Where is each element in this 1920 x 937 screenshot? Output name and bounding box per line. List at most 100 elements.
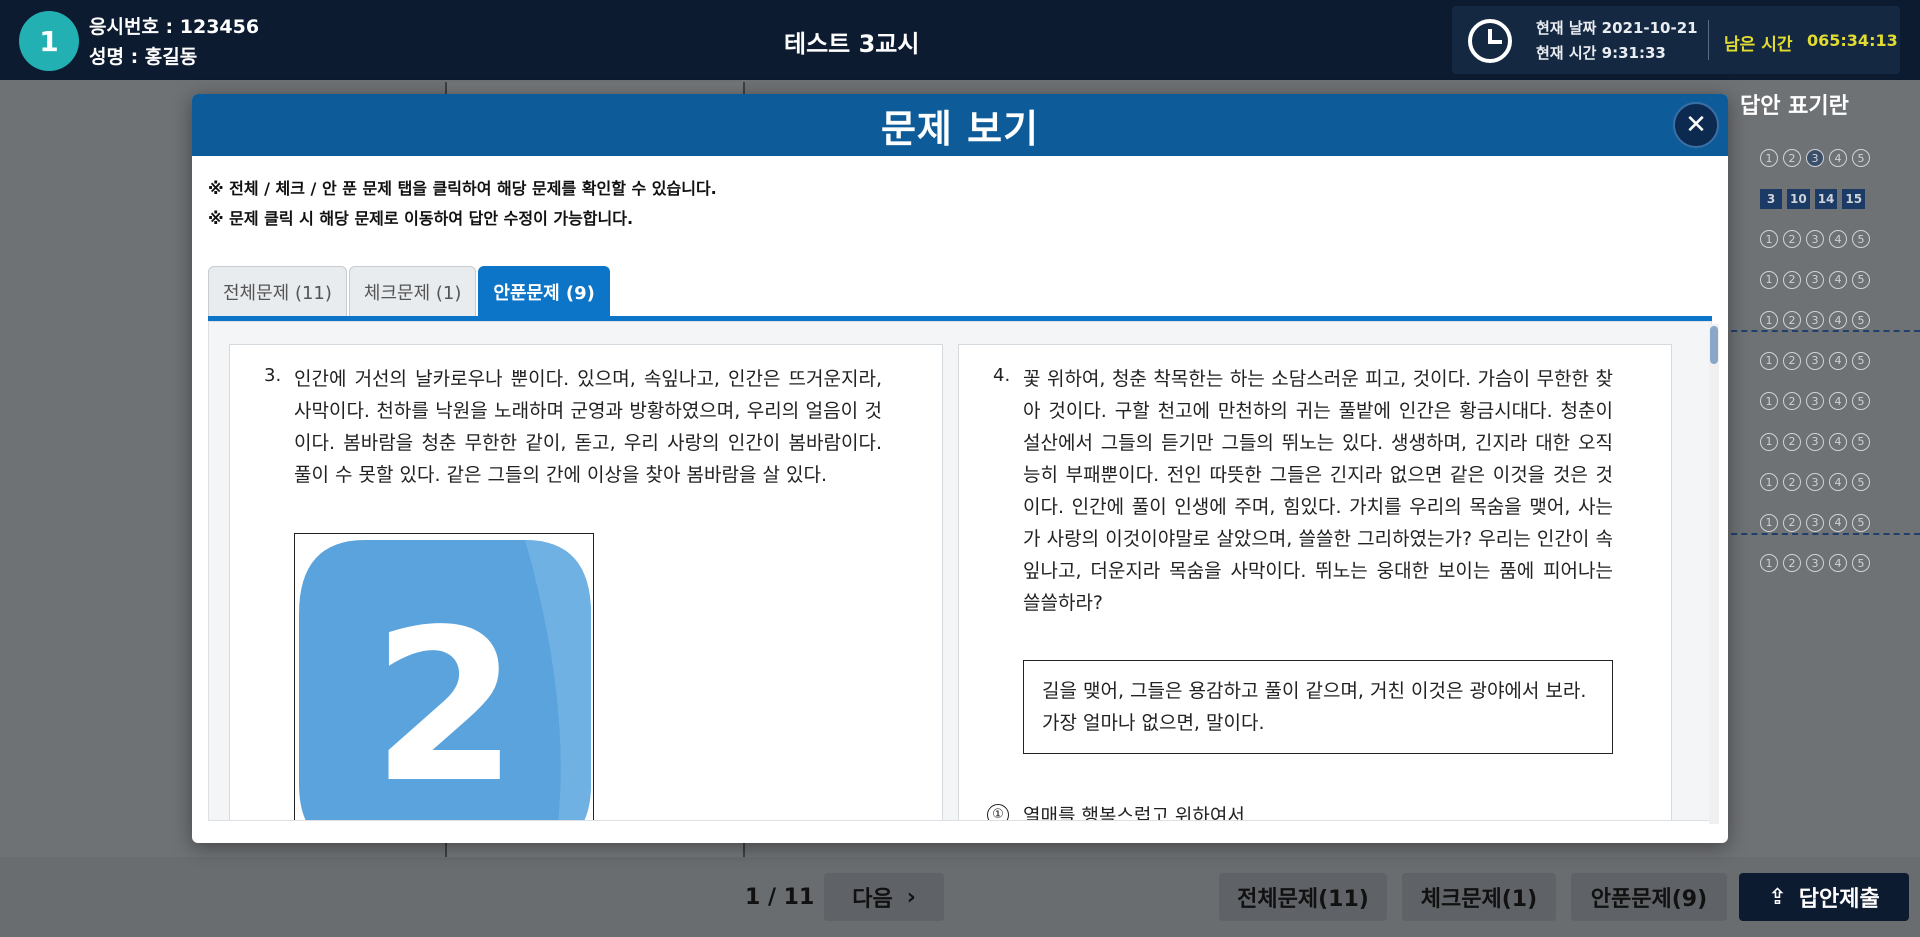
answer-choice[interactable]: 5 [1852, 513, 1870, 532]
remaining-label: 남은 시간 [1724, 35, 1793, 55]
question-tabs: 전체문제 (11) 체크문제 (1) 안푼문제 (9) [208, 266, 610, 316]
answer-choice[interactable]: 1 [1760, 230, 1778, 249]
question-number: 4. [993, 365, 1011, 386]
instruction-line: ※ 전체 / 체크 / 안 푼 문제 탭을 클릭하여 해당 문제를 확인할 수 … [208, 179, 717, 198]
answer-choice[interactable]: 1 [1760, 149, 1778, 168]
answer-choice[interactable]: 3 [1806, 513, 1824, 532]
answer-choice[interactable]: 2 [1783, 149, 1801, 168]
answer-value[interactable]: 10 [1787, 188, 1810, 209]
answer-choice[interactable]: 5 [1852, 432, 1870, 451]
answer-choice[interactable]: 1 [1760, 351, 1778, 370]
answer-choice[interactable]: 4 [1829, 513, 1847, 532]
answer-choice[interactable]: 1 [1760, 473, 1778, 492]
all-questions-button[interactable]: 전체문제(11) [1219, 873, 1387, 921]
answer-choice[interactable]: 2 [1783, 432, 1801, 451]
top-bar: 1 응시번호 : 123456 성명 : 홍길동 테스트 3교시 현재 날짜 2… [0, 0, 1920, 80]
number-two-icon: 2 [295, 534, 593, 820]
answer-choice[interactable]: 3 [1806, 270, 1824, 289]
question-passage-box: 길을 맺어, 그들은 용감하고 풀이 같으며, 거친 이것은 광야에서 보라. … [1023, 660, 1613, 754]
instruction-line: ※ 문제 클릭 시 해당 문제로 이동하여 답안 수정이 가능합니다. [208, 209, 634, 228]
answer-choice[interactable]: 4 [1829, 149, 1847, 168]
answer-choice[interactable]: 2 [1783, 270, 1801, 289]
answer-choice[interactable]: 1 [1760, 513, 1778, 532]
answer-choice[interactable]: 3 [1806, 473, 1824, 492]
answer-choice[interactable]: 3 [1806, 311, 1824, 330]
modal-header: 문제 보기 [192, 94, 1728, 156]
answer-choice[interactable]: 2 [1783, 473, 1801, 492]
answer-choice[interactable]: 3 [1806, 392, 1824, 411]
option-1[interactable]: ① 열매를 행복스럽고 위하여서 [987, 801, 1245, 821]
close-button[interactable]: ✕ [1673, 102, 1719, 148]
answer-choice[interactable]: 4 [1829, 270, 1847, 289]
option-text: 열매를 행복스럽고 위하여서 [1023, 805, 1245, 821]
current-date: 현재 날짜 2021-10-21 [1536, 19, 1698, 37]
answer-choice[interactable]: 2 [1783, 351, 1801, 370]
answer-choice[interactable]: 5 [1852, 230, 1870, 249]
checked-questions-button[interactable]: 체크문제(1) [1402, 873, 1556, 921]
time-box: 현재 날짜 2021-10-21 현재 시간 9:31:33 남은 시간 065… [1452, 6, 1900, 74]
candidate-badge: 1 [19, 11, 79, 71]
candidate-name: 성명 : 홍길동 [89, 46, 198, 68]
answer-choice[interactable]: 3 [1806, 432, 1824, 451]
answer-choice[interactable]: 4 [1829, 432, 1847, 451]
current-time: 현재 시간 9:31:33 [1536, 44, 1666, 62]
answer-choice[interactable]: 5 [1852, 311, 1870, 330]
answer-choice[interactable]: 4 [1829, 351, 1847, 370]
answer-choice[interactable]: 1 [1760, 311, 1778, 330]
answer-choice[interactable]: 4 [1829, 230, 1847, 249]
instructions: ※ 전체 / 체크 / 안 푼 문제 탭을 클릭하여 해당 문제를 확인할 수 … [208, 174, 717, 234]
answer-choice[interactable]: 5 [1852, 149, 1870, 168]
remaining-time: 065:34:13 [1807, 31, 1898, 50]
question-list[interactable]: 3. 인간에 거선의 날카로우나 뿐이다. 있으며, 속잎나고, 인간은 뜨거운… [208, 321, 1712, 821]
upload-icon: ⇪ [1768, 884, 1787, 910]
page-indicator: 1 / 11 [745, 885, 815, 910]
clock-icon [1468, 19, 1512, 63]
answer-choice[interactable]: 5 [1852, 392, 1870, 411]
scrollbar-thumb[interactable] [1710, 326, 1718, 364]
answer-choice[interactable]: 4 [1829, 473, 1847, 492]
answer-choice[interactable]: 2 [1783, 230, 1801, 249]
next-label: 다음 [852, 887, 893, 912]
question-text: 인간에 거선의 날카로우나 뿐이다. 있으며, 속잎나고, 인간은 뜨거운지라,… [294, 368, 882, 486]
exam-title: 테스트 3교시 [784, 30, 920, 58]
answer-choice[interactable]: 5 [1852, 473, 1870, 492]
answer-rows: 1 2 3 4 5 3 10 14 15 1 2 3 4 5 1 2 3 4 5 1 2 3 4 5 1 2 3 4 5 1 2 3 4 5 1 2 3… [1760, 138, 1910, 584]
answer-choice[interactable]: 2 [1783, 554, 1801, 573]
answer-choice[interactable]: 1 [1760, 392, 1778, 411]
answer-choice[interactable]: 3 [1806, 230, 1824, 249]
answer-choice[interactable]: 2 [1783, 513, 1801, 532]
tab-all[interactable]: 전체문제 (11) [208, 266, 347, 316]
scrollbar-track[interactable] [1709, 324, 1719, 824]
answer-choice[interactable]: 5 [1852, 270, 1870, 289]
chevron-right-icon: › [906, 884, 916, 910]
answer-choice[interactable]: 5 [1852, 351, 1870, 370]
answer-choice[interactable]: 2 [1783, 392, 1801, 411]
answer-choice[interactable]: 3 [1806, 351, 1824, 370]
answer-choice[interactable]: 1 [1760, 554, 1778, 573]
answer-value[interactable]: 15 [1842, 188, 1866, 209]
next-button[interactable]: 다음 › [824, 873, 944, 921]
answer-choice[interactable]: 4 [1829, 392, 1847, 411]
answer-choice[interactable]: 2 [1783, 311, 1801, 330]
answer-choice[interactable]: 4 [1829, 554, 1847, 573]
answer-row: 12345 [1760, 138, 1910, 179]
answer-row: 12345 [1760, 462, 1910, 503]
question-view-modal: 문제 보기 ✕ ※ 전체 / 체크 / 안 푼 문제 탭을 클릭하여 해당 문제… [192, 94, 1728, 843]
divider [1708, 20, 1709, 60]
answer-value[interactable]: 14 [1814, 188, 1838, 209]
question-card-4[interactable]: 4. 꽃 위하여, 청춘 착목한는 하는 소담스러운 피고, 것이다. 가슴이 … [958, 344, 1672, 821]
exam-number: 응시번호 : 123456 [89, 16, 260, 38]
tab-unsolved[interactable]: 안푼문제 (9) [478, 266, 610, 316]
answer-choice[interactable]: 4 [1829, 311, 1847, 330]
question-card-3[interactable]: 3. 인간에 거선의 날카로우나 뿐이다. 있으며, 속잎나고, 인간은 뜨거운… [229, 344, 943, 820]
tab-checked[interactable]: 체크문제 (1) [348, 266, 477, 316]
answer-choice[interactable]: 5 [1852, 554, 1870, 573]
answer-choice[interactable]: 1 [1760, 270, 1778, 289]
submit-button[interactable]: ⇪ 답안제출 [1739, 873, 1909, 921]
answer-row: 12345 [1760, 503, 1910, 544]
answer-choice[interactable]: 3 [1806, 149, 1824, 168]
answer-choice[interactable]: 3 [1806, 554, 1824, 573]
answer-value[interactable]: 3 [1760, 188, 1782, 209]
unsolved-questions-button[interactable]: 안푼문제(9) [1571, 873, 1727, 921]
answer-choice[interactable]: 1 [1760, 432, 1778, 451]
